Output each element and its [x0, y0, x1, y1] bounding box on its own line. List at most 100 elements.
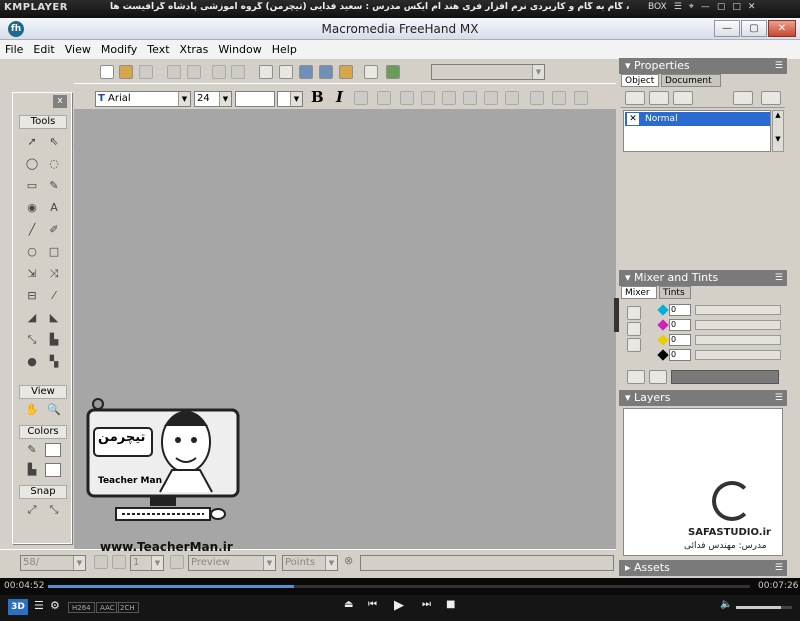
justify-icon[interactable]: [421, 91, 435, 105]
freeform-lasso-tool-icon[interactable]: ◌: [45, 155, 63, 173]
volume-icon[interactable]: 🔈: [720, 599, 732, 610]
lock-icon[interactable]: [212, 65, 226, 79]
pen-tool-icon[interactable]: ◉: [23, 199, 41, 217]
panel-dock-handle[interactable]: [614, 298, 619, 332]
italic-button[interactable]: I: [336, 88, 343, 106]
settings-icon[interactable]: ⚙: [50, 599, 60, 612]
pencil-tool-icon[interactable]: ✐: [45, 221, 63, 239]
leading-field[interactable]: [235, 91, 275, 107]
menu-xtras[interactable]: Xtras: [175, 40, 214, 56]
snap-to-point-icon[interactable]: ⤢: [23, 501, 41, 519]
menu-edit[interactable]: Edit: [28, 40, 59, 56]
layers-panel-icon[interactable]: [386, 65, 400, 79]
cyan-value-field[interactable]: 0: [669, 304, 691, 316]
tab-mixer[interactable]: Mixer: [621, 286, 657, 299]
align-left-icon[interactable]: [354, 91, 368, 105]
skew-tool-icon[interactable]: ⤨: [45, 265, 63, 283]
tab-tints[interactable]: Tints: [659, 286, 691, 299]
zoom-tool-icon[interactable]: 🔍: [45, 401, 63, 419]
panel-menu-icon[interactable]: ☰: [775, 390, 783, 406]
page-prev-icon[interactable]: [94, 555, 108, 569]
rectangle-tool-icon[interactable]: □: [45, 243, 63, 261]
next-icon[interactable]: ⏭: [422, 599, 431, 610]
flow-inside-path-icon[interactable]: [484, 91, 498, 105]
perspective-tool-icon[interactable]: ◣: [45, 309, 63, 327]
menu-modify[interactable]: Modify: [96, 40, 142, 56]
save-icon[interactable]: [139, 65, 153, 79]
volume-slider[interactable]: [736, 606, 792, 609]
export-icon[interactable]: [187, 65, 201, 79]
transform-icon[interactable]: [364, 65, 378, 79]
knife-tool-icon[interactable]: ⁄: [45, 287, 63, 305]
align-right-icon[interactable]: [400, 91, 414, 105]
fill-swatch[interactable]: [45, 463, 61, 477]
attach-to-path-icon[interactable]: [463, 91, 477, 105]
text-effect-icon[interactable]: [442, 91, 456, 105]
duplicate-item-icon[interactable]: [733, 91, 753, 105]
menu-view[interactable]: View: [60, 40, 96, 56]
align-center-icon[interactable]: [377, 91, 391, 105]
convert-to-paths-icon[interactable]: [505, 91, 519, 105]
grid-settings-icon[interactable]: ⊗: [344, 554, 353, 567]
playlist-icon[interactable]: ☰: [34, 599, 44, 612]
layers-header[interactable]: ▾ Layers ☰: [619, 390, 787, 406]
box-button[interactable]: BOX: [648, 2, 667, 12]
collapse-icon[interactable]: ▾: [625, 59, 631, 72]
stop-icon[interactable]: ■: [446, 599, 455, 610]
add-to-swatches-icon[interactable]: [649, 370, 667, 384]
font-size-select[interactable]: 24 ▼: [194, 91, 232, 107]
menu-text[interactable]: Text: [142, 40, 174, 56]
mixer-header[interactable]: ▾ Mixer and Tints ☰: [619, 270, 787, 286]
pin-icon[interactable]: ⌖: [689, 2, 694, 12]
chart-tool-icon[interactable]: ▙: [45, 331, 63, 349]
minimize-icon[interactable]: —: [701, 2, 710, 12]
text-columns-icon[interactable]: [552, 91, 566, 105]
previous-icon[interactable]: ⏮: [368, 599, 377, 610]
text-editor-icon[interactable]: [299, 65, 313, 79]
stroke-swatch[interactable]: [45, 443, 61, 457]
leading-select[interactable]: ▼: [277, 91, 303, 107]
symbols-icon[interactable]: [259, 65, 273, 79]
black-slider[interactable]: [695, 350, 781, 360]
window-maximize-button[interactable]: ▢: [741, 20, 767, 37]
cyan-slider[interactable]: [695, 305, 781, 315]
open-icon[interactable]: [119, 65, 133, 79]
pointer-tool-icon[interactable]: ➚: [23, 133, 41, 151]
window-minimize-button[interactable]: —: [714, 20, 740, 37]
lasso-tool-icon[interactable]: ◯: [23, 155, 41, 173]
object-list-scrollbar[interactable]: ▲ ▼: [772, 110, 784, 152]
spiral-tool-icon[interactable]: ●: [23, 353, 41, 371]
hand-tool-icon[interactable]: ✋: [23, 401, 41, 419]
eject-icon[interactable]: ⏏: [344, 599, 353, 610]
color-preview-swatch[interactable]: [671, 370, 779, 384]
menu-help[interactable]: Help: [267, 40, 302, 56]
add-fill-icon[interactable]: [649, 91, 669, 105]
collapse-icon[interactable]: ▾: [625, 271, 631, 284]
close-icon[interactable]: ✕: [748, 2, 756, 12]
panel-menu-icon[interactable]: ☰: [775, 560, 783, 576]
play-icon[interactable]: ▶: [394, 598, 404, 613]
menu-window[interactable]: Window: [213, 40, 266, 56]
ellipse-tool-icon[interactable]: ○: [23, 243, 41, 261]
menu-icon[interactable]: ☰: [674, 2, 682, 12]
remove-item-icon[interactable]: [761, 91, 781, 105]
maximize-icon[interactable]: □: [732, 2, 741, 12]
tools-close-button[interactable]: x: [53, 95, 67, 108]
line-tool-icon[interactable]: ╱: [23, 221, 41, 239]
page-select[interactable]: 1 ▼: [130, 555, 164, 571]
panel-menu-icon[interactable]: ☰: [775, 270, 783, 286]
page-next-icon[interactable]: [170, 555, 184, 569]
snap-to-grid-icon[interactable]: ⤡: [45, 501, 63, 519]
eraser-tool-icon[interactable]: ⊟: [23, 287, 41, 305]
3d-mode-button[interactable]: 3D: [8, 599, 28, 615]
properties-header[interactable]: ▾ Properties ☰: [619, 58, 787, 74]
text-rows-icon[interactable]: [574, 91, 588, 105]
assets-header[interactable]: ▸ Assets ☰: [619, 560, 787, 576]
page-tool-icon[interactable]: ▭: [23, 177, 41, 195]
player-logo[interactable]: KMPLAYER: [4, 2, 68, 13]
style-select[interactable]: ▼: [431, 64, 545, 80]
text-tool-icon[interactable]: A: [45, 199, 63, 217]
contour-gradient-tool-icon[interactable]: ◢: [23, 309, 41, 327]
stroke-color-icon[interactable]: ✎: [23, 441, 41, 459]
tab-object[interactable]: Object: [621, 74, 659, 87]
